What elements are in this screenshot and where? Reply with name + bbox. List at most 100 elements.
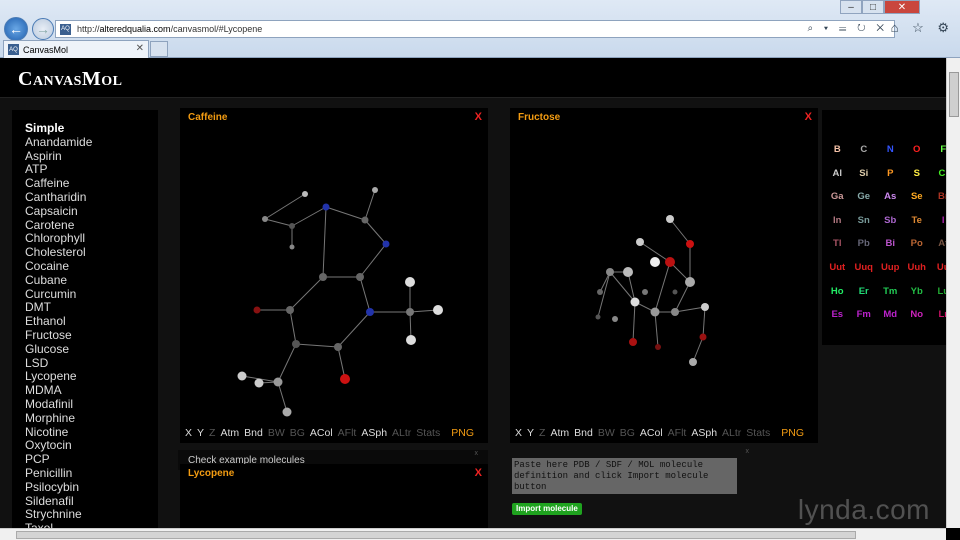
sidebar-item-strychnine[interactable]: Strychnine bbox=[25, 508, 158, 522]
toolbar-toggle-y[interactable]: Y bbox=[527, 427, 534, 439]
address-controls-icons[interactable]: ⌕ ▾ ☰ ↻ ✕ bbox=[808, 23, 888, 34]
check-close-icon[interactable]: x bbox=[475, 450, 479, 457]
toolbar-toggle-z[interactable]: Z bbox=[539, 427, 545, 439]
toolbar-toggle-aflt[interactable]: AFlt bbox=[668, 427, 687, 439]
back-icon[interactable]: ← bbox=[4, 17, 28, 41]
toolbar-toggle-x[interactable]: X bbox=[185, 427, 192, 439]
element-br[interactable]: Br bbox=[930, 191, 946, 202]
toolbar-toggle-bg[interactable]: BG bbox=[620, 427, 635, 439]
toolbar-toggle-bg[interactable]: BG bbox=[290, 427, 305, 439]
element-uuq[interactable]: Uuq bbox=[851, 262, 878, 273]
sidebar-item-cocaine[interactable]: Cocaine bbox=[25, 259, 158, 274]
element-ga[interactable]: Ga bbox=[824, 191, 851, 202]
toolbar-toggle-stats[interactable]: Stats bbox=[746, 427, 770, 439]
element-s[interactable]: S bbox=[904, 168, 931, 179]
element-lu[interactable]: Lu bbox=[930, 286, 946, 297]
sidebar-item-sildenafil[interactable]: Sildenafil bbox=[25, 494, 158, 509]
tab-close-icon[interactable]: ✕ bbox=[136, 43, 144, 54]
element-ge[interactable]: Ge bbox=[851, 191, 878, 202]
toolbar-toggle-z[interactable]: Z bbox=[209, 427, 215, 439]
close-panel-icon[interactable]: X bbox=[475, 467, 482, 479]
sidebar-item-aspirin[interactable]: Aspirin bbox=[25, 149, 158, 164]
element-sn[interactable]: Sn bbox=[851, 215, 878, 226]
toolbar-toggle-acol[interactable]: ACol bbox=[640, 427, 663, 439]
element-i[interactable]: I bbox=[930, 215, 946, 226]
toolbar-toggle-atm[interactable]: Atm bbox=[220, 427, 239, 439]
sidebar-item-pcp[interactable]: PCP bbox=[25, 452, 158, 467]
element-o[interactable]: O bbox=[904, 144, 931, 155]
horizontal-scrollbar[interactable] bbox=[0, 528, 946, 540]
sidebar-item-capsaicin[interactable]: Capsaicin bbox=[25, 204, 158, 219]
sidebar-item-fructose[interactable]: Fructose bbox=[25, 328, 158, 343]
sidebar-item-curcumin[interactable]: Curcumin bbox=[25, 287, 158, 302]
import-close-icon[interactable]: x bbox=[746, 448, 750, 455]
sidebar-item-ethanol[interactable]: Ethanol bbox=[25, 314, 158, 329]
forward-icon[interactable]: → bbox=[32, 18, 54, 40]
element-fm[interactable]: Fm bbox=[851, 309, 878, 320]
element-er[interactable]: Er bbox=[851, 286, 878, 297]
toolbar-toggle-bw[interactable]: BW bbox=[268, 427, 285, 439]
element-in[interactable]: In bbox=[824, 215, 851, 226]
toolbar-toggle-aflt[interactable]: AFlt bbox=[338, 427, 357, 439]
element-ho[interactable]: Ho bbox=[824, 286, 851, 297]
element-at[interactable]: At bbox=[930, 238, 946, 249]
toolbar-toggle-asph[interactable]: ASph bbox=[691, 427, 717, 439]
vertical-scrollbar[interactable] bbox=[946, 58, 960, 528]
toolbar-toggle-bnd[interactable]: Bnd bbox=[244, 427, 263, 439]
sidebar-item-caffeine[interactable]: Caffeine bbox=[25, 176, 158, 191]
toolbar-toggle-acol[interactable]: ACol bbox=[310, 427, 333, 439]
sidebar-item-dmt[interactable]: DMT bbox=[25, 301, 158, 315]
element-as[interactable]: As bbox=[877, 191, 904, 202]
sidebar-item-anandamide[interactable]: Anandamide bbox=[25, 135, 158, 150]
tab-canvasmol[interactable]: AQ CanvasMol ✕ bbox=[3, 40, 149, 58]
element-n[interactable]: N bbox=[877, 144, 904, 155]
address-bar[interactable]: AQ http://alteredqualia.com/canvasmol/#L… bbox=[55, 20, 895, 38]
element-sb[interactable]: Sb bbox=[877, 215, 904, 226]
import-molecule-button[interactable]: Import molecule bbox=[512, 503, 582, 515]
new-tab-button[interactable] bbox=[150, 41, 168, 57]
toolbar-toggle-png[interactable]: PNG bbox=[781, 427, 804, 439]
toolbar-toggle-y[interactable]: Y bbox=[197, 427, 204, 439]
toolbar-icons[interactable]: ⌂ ☆ ⚙ bbox=[891, 20, 954, 36]
sidebar-item-cantharidin[interactable]: Cantharidin bbox=[25, 190, 158, 205]
scroll-thumb[interactable] bbox=[949, 72, 959, 117]
element-yb[interactable]: Yb bbox=[904, 286, 931, 297]
element-al[interactable]: Al bbox=[824, 168, 851, 179]
sidebar-item-cholesterol[interactable]: Cholesterol bbox=[25, 245, 158, 260]
sidebar-item-lycopene[interactable]: Lycopene bbox=[25, 370, 158, 384]
element-es[interactable]: Es bbox=[824, 309, 851, 320]
toolbar-toggle-bnd[interactable]: Bnd bbox=[574, 427, 593, 439]
element-b[interactable]: B bbox=[824, 144, 851, 155]
sidebar-item-psilocybin[interactable]: Psilocybin bbox=[25, 480, 158, 495]
sidebar-item-penicillin[interactable]: Penicillin bbox=[25, 466, 158, 481]
element-cl[interactable]: Cl bbox=[930, 168, 947, 179]
sidebar-item-morphine[interactable]: Morphine bbox=[25, 411, 158, 426]
sidebar-item-glucose[interactable]: Glucose bbox=[25, 342, 158, 357]
minimize-icon[interactable]: – bbox=[840, 0, 862, 14]
element-tm[interactable]: Tm bbox=[877, 286, 904, 297]
scroll-thumb[interactable] bbox=[16, 531, 856, 539]
element-pb[interactable]: Pb bbox=[851, 238, 878, 249]
toolbar-toggle-altr[interactable]: ALtr bbox=[722, 427, 741, 439]
toolbar-toggle-png[interactable]: PNG bbox=[451, 427, 474, 439]
sidebar-item-lsd[interactable]: LSD bbox=[25, 356, 158, 371]
sidebar-item-mdma[interactable]: MDMA bbox=[25, 383, 158, 398]
sidebar-item-modafinil[interactable]: Modafinil bbox=[25, 397, 158, 412]
element-po[interactable]: Po bbox=[904, 238, 931, 249]
element-uuh[interactable]: Uuh bbox=[904, 262, 931, 273]
toolbar-toggle-altr[interactable]: ALtr bbox=[392, 427, 411, 439]
element-bi[interactable]: Bi bbox=[877, 238, 904, 249]
element-te[interactable]: Te bbox=[904, 215, 931, 226]
maximize-icon[interactable]: □ bbox=[862, 0, 884, 14]
element-uut[interactable]: Uut bbox=[824, 262, 851, 273]
sidebar-item-carotene[interactable]: Carotene bbox=[25, 218, 158, 233]
element-uup[interactable]: Uup bbox=[877, 262, 904, 273]
element-no[interactable]: No bbox=[904, 309, 931, 320]
sidebar-item-chlorophyll[interactable]: Chlorophyll bbox=[25, 232, 158, 246]
sidebar-item-cubane[interactable]: Cubane bbox=[25, 273, 158, 288]
sidebar-item-oxytocin[interactable]: Oxytocin bbox=[25, 439, 158, 453]
toolbar-toggle-stats[interactable]: Stats bbox=[416, 427, 440, 439]
molecule-definition-input[interactable]: Paste here PDB / SDF / MOL molecule defi… bbox=[512, 458, 737, 494]
caffeine-molecule-canvas[interactable] bbox=[180, 122, 488, 432]
element-c[interactable]: C bbox=[851, 144, 878, 155]
